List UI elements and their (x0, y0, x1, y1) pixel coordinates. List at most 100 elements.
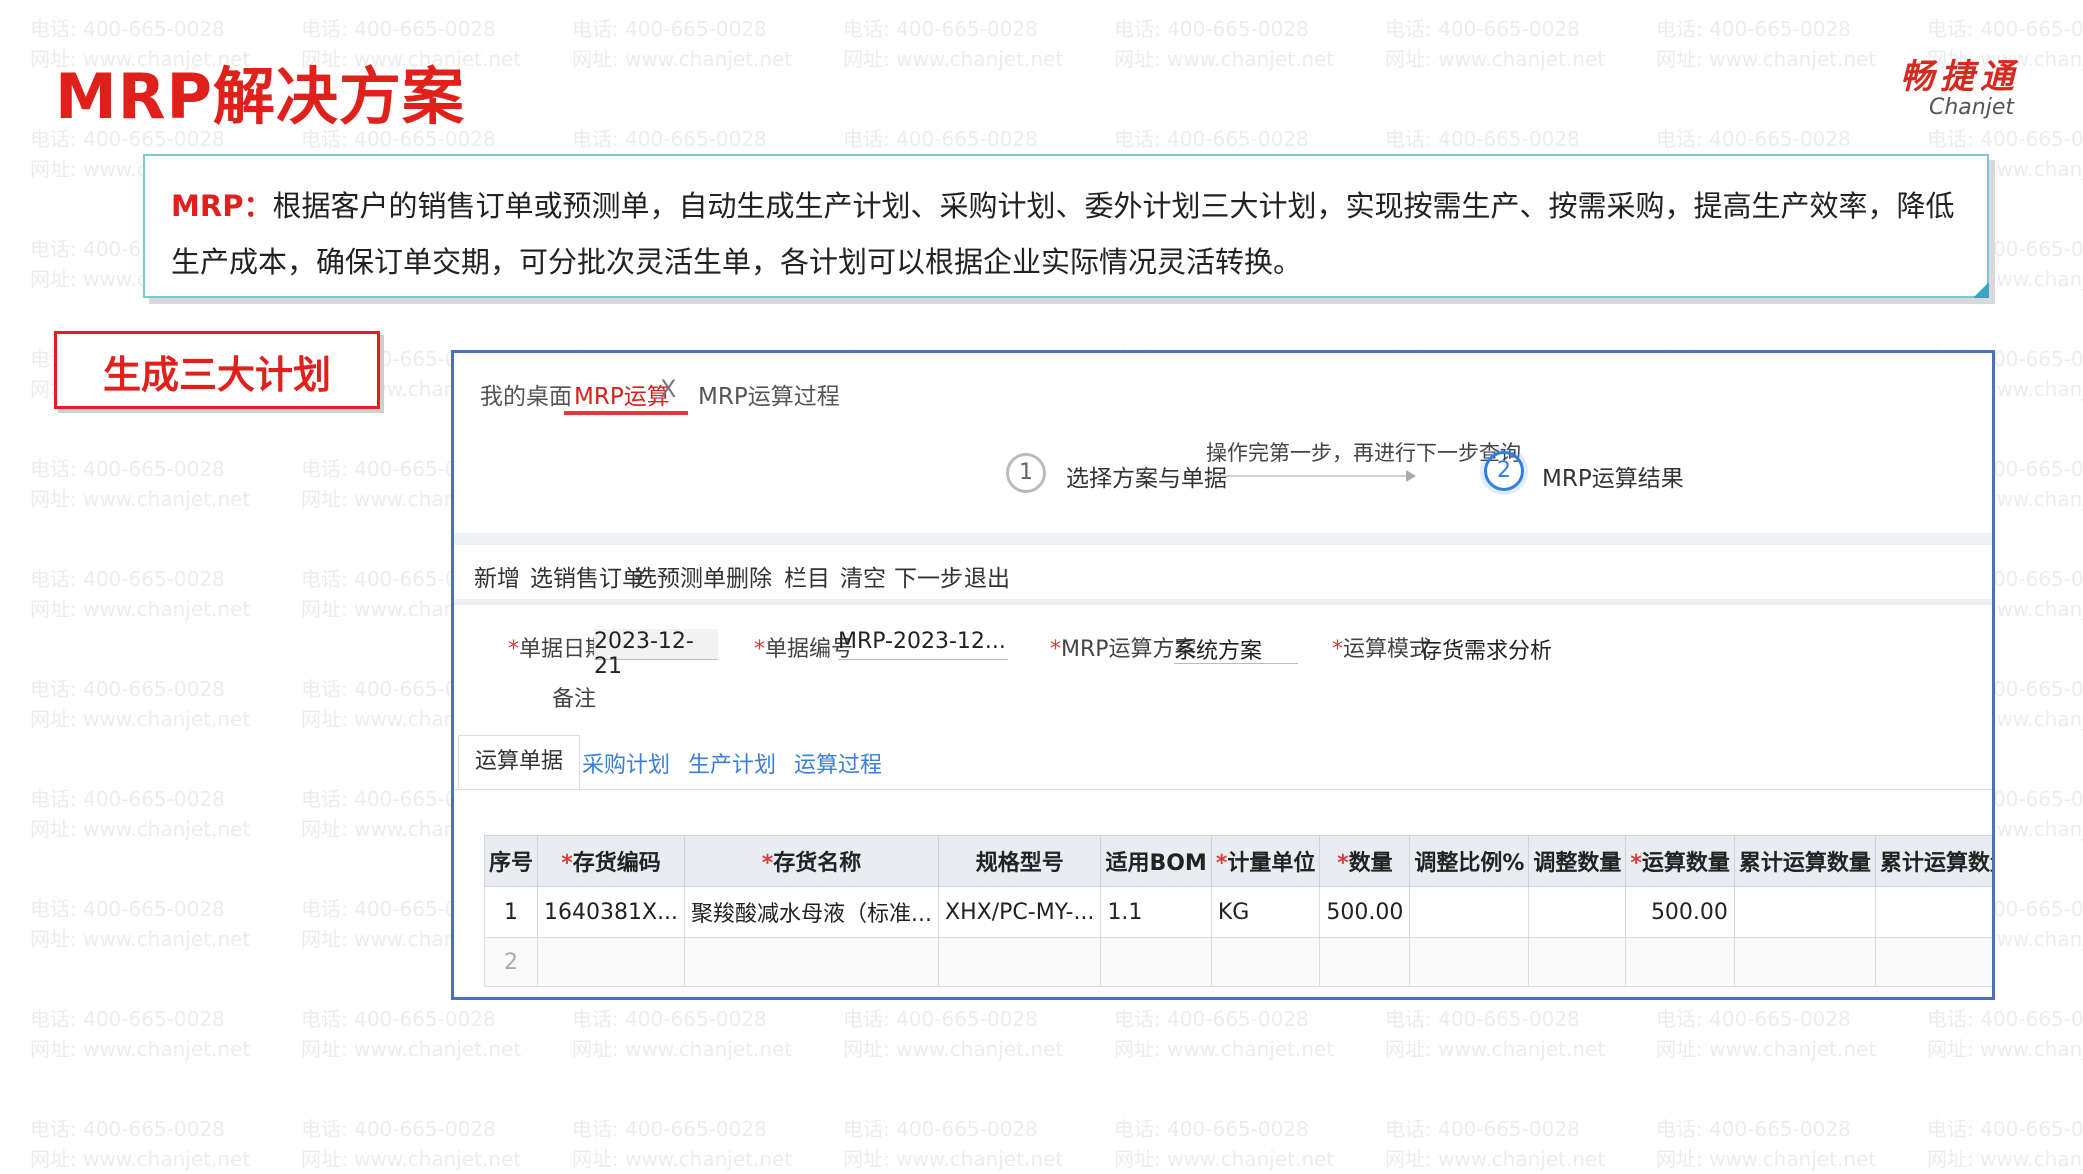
mrp-plan-field[interactable]: 系统方案 (1174, 633, 1298, 664)
chanjet-logo: 畅捷通 Chanjet (1870, 58, 2020, 120)
step-indicator: 1 选择方案与单据 操作完第一步，再进行下一步查询 2 MRP运算结果 (454, 415, 1992, 545)
mrp-result-table: 序号 *存货编码 *存货名称 规格型号 适用BOM *计量单位 *数量 调整比例% 调整数量 *运… (483, 835, 1992, 987)
column-header[interactable]: *存货名称 (684, 835, 940, 887)
table-cell[interactable]: 2 (483, 937, 539, 987)
select-forecast-button[interactable]: 选预测单 (634, 559, 726, 593)
column-header[interactable]: *数量 (1319, 835, 1411, 887)
watermark-text: 电话: 400-665-0028网址: www.chanjet.net (1385, 1007, 1606, 1061)
table-cell[interactable] (1409, 937, 1530, 987)
column-header[interactable]: *存货编码 (537, 835, 686, 887)
select-sales-order-button[interactable]: 选销售订单 (530, 559, 645, 593)
table-cell[interactable] (938, 937, 1102, 987)
subtab-calc-process[interactable]: 运算过程 (794, 747, 882, 779)
table-cell[interactable] (1210, 937, 1321, 987)
watermark-text: 电话: 400-665-0028网址: www.chanjet.net (572, 1117, 793, 1171)
watermark-text: 电话: 400-665-0028网址: www.chanjet.net (1656, 17, 1877, 71)
table-cell[interactable] (1874, 886, 1992, 938)
watermark-text: 电话: 400-665-0028网址: www.chanjet.net (1114, 1007, 1335, 1061)
table-cell[interactable]: XHX/PC-MY-... (938, 886, 1102, 938)
section-label: 生成三大计划 (54, 331, 380, 409)
table-row[interactable]: 1 1640381X... 聚羧酸减水母液（标准... XHX/PC-MY-... 1.… (483, 886, 1992, 938)
column-header[interactable]: *运算数量 (1625, 835, 1735, 887)
tab-close-icon[interactable]: X (660, 375, 676, 403)
new-button[interactable]: 新增 (474, 559, 520, 593)
calc-mode-label: *运算模式 (1332, 637, 1432, 662)
watermark-text: 电话: 400-665-0028网址: www.chanjet.net (1385, 17, 1606, 71)
column-header[interactable]: 累计运算数量2 (1874, 835, 1992, 887)
table-cell[interactable] (1409, 886, 1530, 938)
table-cell[interactable]: 聚羧酸减水母液（标准... (684, 886, 940, 938)
table-cell[interactable] (1733, 886, 1876, 938)
column-header[interactable]: 规格型号 (938, 835, 1102, 887)
delete-button[interactable]: 删除 (726, 559, 772, 593)
watermark-text: 电话: 400-665-0028网址: www.chanjet.net (30, 787, 251, 841)
column-header[interactable]: 适用BOM (1100, 835, 1212, 887)
exit-button[interactable]: 退出 (964, 559, 1010, 593)
table-cell[interactable]: 500.00 (1625, 886, 1735, 938)
section-label-text: 生成三大计划 (102, 353, 331, 397)
subtab-calc-doc[interactable]: 运算单据 (458, 735, 581, 789)
doc-number-field[interactable]: MRP-2023-12... (838, 629, 1008, 660)
mrp-app-window: 我的桌面 MRP运算 X MRP运算过程 1 选择方案与单据 操作完第一步，再进… (451, 350, 1995, 1000)
logo-chinese: 畅捷通 (1900, 57, 2020, 97)
calc-mode-field[interactable]: 存货需求分析 (1420, 633, 1566, 664)
doc-date-field[interactable]: 2023-12-21 (594, 629, 718, 679)
watermark-text: 电话: 400-665-0028网址: www.chanjet.net (1385, 1117, 1606, 1171)
description-body: 根据客户的销售订单或预测单，自动生成生产计划、采购计划、委外计划三大计划，实现按… (171, 189, 1955, 279)
tab-mrp-process[interactable]: MRP运算过程 (698, 377, 840, 411)
column-header[interactable]: *计量单位 (1210, 835, 1321, 887)
table-header-row: 序号 *存货编码 *存货名称 规格型号 适用BOM *计量单位 *数量 调整比例% 调整数量 *运… (483, 835, 1992, 887)
step-2-icon[interactable]: 2 (1484, 451, 1524, 491)
watermark-text: 电话: 400-665-0028网址: www.chanjet.net (30, 567, 251, 621)
tab-bar: 我的桌面 MRP运算 X MRP运算过程 (454, 353, 1992, 416)
table-cell[interactable] (1528, 937, 1627, 987)
table-cell[interactable] (1319, 937, 1411, 987)
column-header[interactable]: 调整数量 (1528, 835, 1627, 887)
tab-mrp[interactable]: MRP运算 (574, 377, 670, 411)
table-cell[interactable]: KG (1210, 886, 1321, 938)
watermark-text: 电话: 400-665-0028网址: www.chanjet.net (843, 1117, 1064, 1171)
watermark-text: 电话: 400-665-0028网址: www.chanjet.net (30, 1117, 251, 1171)
watermark-text: 电话: 400-665-0028网址: www.chanjet.net (1656, 1007, 1877, 1061)
step-1-label[interactable]: 选择方案与单据 (1066, 459, 1227, 493)
description-box: MRP：根据客户的销售订单或预测单，自动生成生产计划、采购计划、委外计划三大计划… (143, 154, 1989, 298)
table-cell[interactable]: 1 (483, 886, 539, 938)
toolbar: 新增 选销售订单 选预测单 删除 栏目 清空 下一步 退出 (454, 545, 1992, 600)
watermark-text: 电话: 400-665-0028网址: www.chanjet.net (30, 677, 251, 731)
description-text: MRP：根据客户的销售订单或预测单，自动生成生产计划、采购计划、委外计划三大计划… (171, 178, 1971, 290)
next-step-button[interactable]: 下一步 (894, 559, 963, 593)
watermark-text: 电话: 400-665-0028网址: www.chanjet.net (843, 1007, 1064, 1061)
watermark-text: 电话: 400-665-0028网址: www.chanjet.net (30, 897, 251, 951)
table-cell[interactable] (537, 937, 686, 987)
watermark-text: 电话: 400-665-0028网址: www.chanjet.net (843, 17, 1064, 71)
step-1-icon[interactable]: 1 (1006, 453, 1046, 493)
step-arrow-icon (1406, 470, 1416, 482)
watermark-text: 电话: 400-665-0028网址: www.chanjet.net (30, 457, 251, 511)
column-header[interactable]: 调整比例% (1409, 835, 1530, 887)
watermark-text: 电话: 400-665-0028网址: www.chanjet.net (572, 1007, 793, 1061)
table-cell[interactable] (1528, 886, 1627, 938)
subtab-production-plan[interactable]: 生产计划 (688, 747, 776, 779)
table-cell[interactable] (1874, 937, 1992, 987)
table-cell[interactable]: 1.1 (1100, 886, 1212, 938)
column-header[interactable]: 累计运算数量 (1733, 835, 1876, 887)
watermark-text: 电话: 400-665-0028网址: www.chanjet.net (301, 1117, 522, 1171)
table-cell[interactable] (1733, 937, 1876, 987)
step-connector (1206, 475, 1406, 477)
watermark-text: 电话: 400-665-0028网址: www.chanjet.net (301, 1007, 522, 1061)
watermark-text: 电话: 400-665-0028网址: www.chanjet.net (30, 1007, 251, 1061)
columns-button[interactable]: 栏目 (784, 559, 830, 593)
table-cell[interactable]: 500.00 (1319, 886, 1411, 938)
step-2-label[interactable]: MRP运算结果 (1542, 459, 1684, 493)
table-cell[interactable] (1625, 937, 1735, 987)
column-header[interactable]: 序号 (483, 835, 539, 887)
subtab-purchase-plan[interactable]: 采购计划 (582, 747, 670, 779)
table-cell[interactable] (1100, 937, 1212, 987)
watermark-text: 电话: 400-665-0028网址: www.chanjet.net (1114, 17, 1335, 71)
table-cell[interactable]: 1640381X... (537, 886, 686, 938)
tab-desktop[interactable]: 我的桌面 (480, 377, 572, 411)
table-row[interactable]: 2 (483, 937, 1992, 987)
watermark-text: 电话: 400-665-0028网址: www.chanjet.net (572, 17, 793, 71)
clear-button[interactable]: 清空 (840, 559, 886, 593)
table-cell[interactable] (684, 937, 940, 987)
